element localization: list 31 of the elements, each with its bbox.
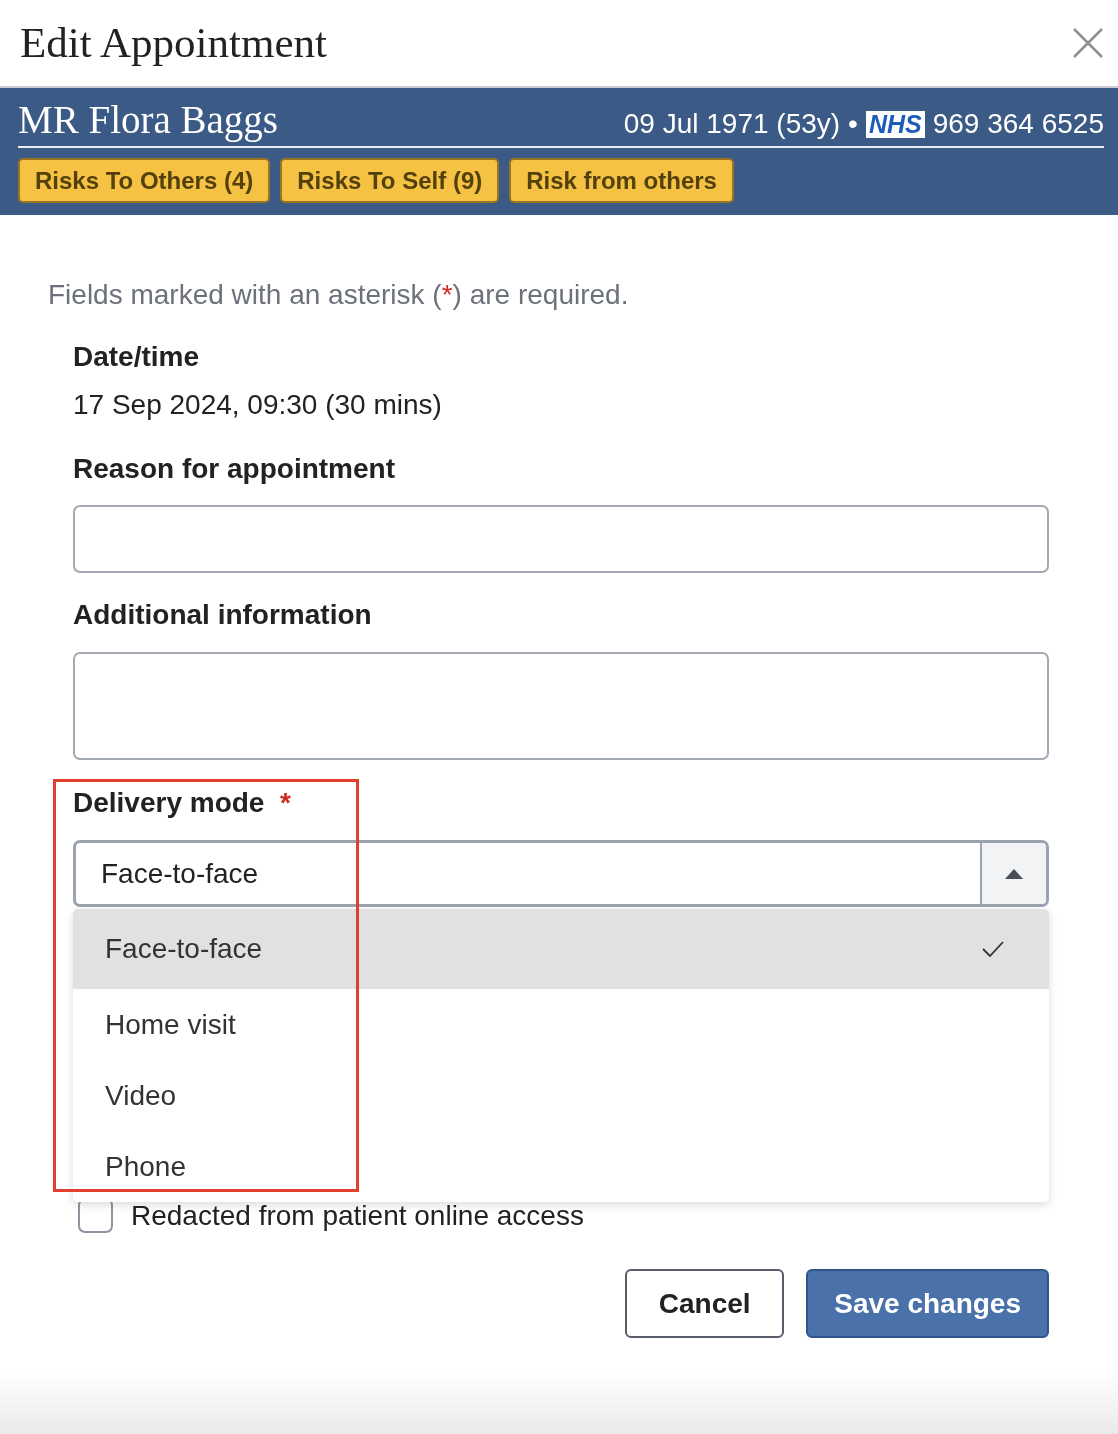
risk-badge[interactable]: Risks To Self (9) [280, 158, 500, 203]
field-label: Additional information [73, 599, 372, 631]
cancel-button[interactable]: Cancel [625, 1269, 785, 1338]
field-label: Delivery mode * [73, 787, 291, 819]
risk-badge[interactable]: Risks To Others (4) [18, 158, 271, 203]
dropdown-field[interactable]: Face-to-face [73, 840, 1049, 907]
patient-name: MR Flora Baggs [18, 98, 278, 142]
field-label: Reason for appointment [73, 453, 395, 485]
nhs-number: 969 364 6525 [932, 108, 1104, 140]
date-of-birth: 09 Jul 1971 (53y) [623, 108, 841, 140]
dropdown-option[interactable]: Video [73, 1060, 1049, 1131]
checkbox-label: Redacted from patient online access [131, 1199, 584, 1232]
nhs-logo: NHS [865, 111, 925, 138]
dropdown-value: Face-to-face [100, 856, 260, 891]
close-icon [1072, 27, 1104, 59]
text-area-field[interactable] [73, 652, 1049, 760]
dropdown-option[interactable]: Phone [73, 1131, 1049, 1202]
close-button[interactable] [1072, 27, 1104, 59]
date-time-value: 17 Sep 2024, 09:30 (30 mins) [73, 389, 443, 421]
separator-dot: • [848, 108, 858, 140]
check-icon [982, 941, 1004, 957]
dropdown-option[interactable]: Face-to-face [73, 909, 1049, 989]
risk-badge[interactable]: Risk from others [509, 158, 734, 203]
save-button[interactable]: Save changes [806, 1269, 1049, 1338]
dropdown-toggle-button[interactable] [980, 843, 1046, 904]
required-note: Fields marked with an asterisk (*) are required. [48, 279, 630, 311]
text-input-field[interactable] [73, 505, 1049, 573]
date-time-label: Date/time [73, 341, 201, 373]
dropdown-option[interactable]: Home visit [73, 989, 1049, 1060]
caret-up-icon [1005, 868, 1023, 879]
dialog-title: Edit Appointment [20, 18, 327, 68]
